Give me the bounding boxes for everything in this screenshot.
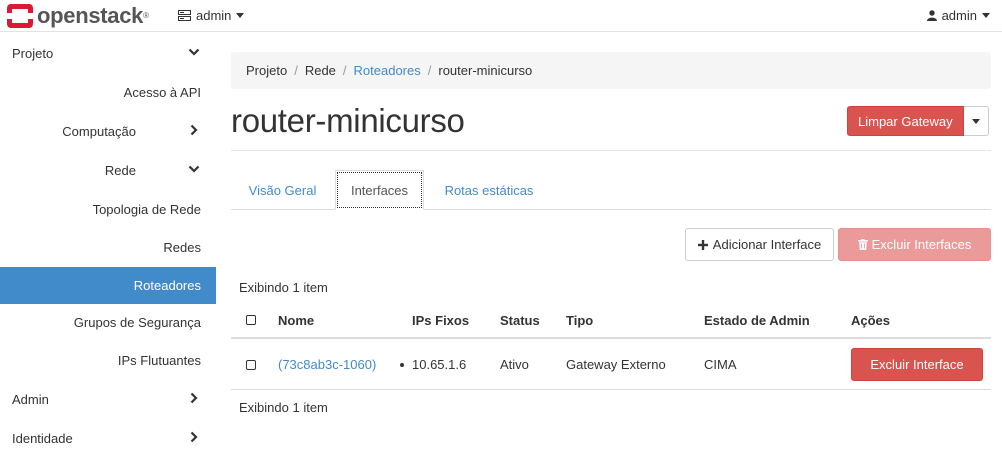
chevron-right-icon: [190, 392, 198, 404]
user-menu-dropdown[interactable]: admin: [926, 8, 990, 23]
add-interface-label: Adicionar Interface: [712, 237, 822, 252]
sidebar-item-roteadores[interactable]: Roteadores: [0, 267, 216, 304]
sidebar-item-label: Computação: [62, 123, 136, 139]
logo-text: openstack: [37, 3, 144, 28]
sidebar-item-acesso-api[interactable]: Acesso à API: [0, 74, 216, 110]
sidebar-item-admin[interactable]: Admin: [0, 381, 216, 417]
chevron-down-icon: [188, 165, 200, 173]
sidebar-item-grupos-de-seguranca[interactable]: Grupos de Segurança: [0, 304, 216, 340]
sidebar-item-label: Redes: [163, 239, 201, 255]
column-header-acoes: Ações: [851, 312, 891, 328]
list-bullet: [400, 362, 404, 367]
sidebar-item-label: Topologia de Rede: [92, 201, 201, 217]
sidebar-item-ips-flutuantes[interactable]: IPs Flutuantes: [0, 342, 216, 378]
title-divider: [231, 150, 991, 151]
fixed-ip-value: 10.65.1.6: [412, 357, 467, 372]
sidebar-item-label: Projeto: [12, 45, 54, 61]
tab-interfaces[interactable]: Interfaces: [335, 170, 424, 210]
sidebar: Projeto Acesso à API Computação Rede Top…: [0, 33, 216, 464]
delete-interface-button[interactable]: Excluir Interface: [851, 348, 983, 381]
tab-label: Visão Geral: [248, 182, 317, 198]
tab-label: Interfaces: [350, 182, 409, 198]
sidebar-item-label: Identidade: [12, 430, 73, 446]
router-detail-tabs: Visão Geral Interfaces Rotas estáticas: [231, 170, 991, 210]
breadcrumb-item-projeto: Projeto: [246, 63, 288, 78]
item-count-bottom: Exibindo 1 item: [239, 400, 328, 415]
breadcrumb-item-current: router-minicurso: [438, 63, 533, 78]
row-checkbox[interactable]: [246, 359, 256, 370]
sidebar-item-label: Rede: [104, 162, 136, 178]
admin-state-value: CIMA: [704, 357, 737, 372]
select-all-checkbox[interactable]: [246, 315, 256, 325]
chevron-down-icon: [188, 48, 200, 56]
chevron-right-icon: [190, 124, 198, 136]
openstack-logo[interactable]: openstack®: [6, 3, 149, 29]
sidebar-item-label: Acesso à API: [123, 84, 201, 100]
add-interface-button[interactable]: Adicionar Interface: [685, 228, 834, 261]
openstack-logo-icon: [6, 4, 34, 28]
caret-down-icon: [236, 13, 245, 18]
sidebar-item-computacao[interactable]: Computação: [0, 113, 216, 149]
column-header-nome[interactable]: Nome: [278, 303, 314, 337]
breadcrumb-separator: /: [342, 63, 347, 78]
sidebar-item-label: Grupos de Segurança: [73, 314, 201, 330]
user-icon: [926, 10, 937, 21]
sidebar-item-rede[interactable]: Rede: [0, 152, 216, 188]
breadcrumb-separator: /: [427, 63, 432, 78]
server-icon: [178, 10, 191, 21]
table-row: (73c8ab3c-1060) 10.65.1.6 Ativo Gateway …: [231, 340, 991, 390]
user-menu-label: admin: [941, 8, 977, 23]
project-menu-label: admin: [196, 8, 232, 23]
column-header-tipo[interactable]: Tipo: [566, 303, 593, 337]
caret-down-icon: [971, 118, 980, 124]
column-header-estado-admin[interactable]: Estado de Admin: [704, 303, 810, 337]
sidebar-item-identidade[interactable]: Identidade: [0, 420, 216, 456]
tab-visao-geral[interactable]: Visão Geral: [231, 170, 334, 210]
trash-icon: [857, 239, 868, 250]
delete-interfaces-button[interactable]: Excluir Interfaces: [838, 228, 991, 261]
table-header-row: Nome IPs Fixos Status Tipo Estado de Adm…: [231, 303, 991, 339]
column-header-ips-fixos[interactable]: IPs Fixos: [412, 303, 469, 337]
interface-name-link[interactable]: (73c8ab3c-1060): [278, 357, 376, 372]
gateway-action-group: Limpar Gateway: [847, 106, 989, 136]
chevron-right-icon: [190, 431, 198, 443]
status-value: Ativo: [500, 357, 529, 372]
breadcrumb-separator: /: [294, 63, 298, 78]
breadcrumb: Projeto / Rede / Roteadores / router-min…: [231, 52, 991, 89]
breadcrumb-link-roteadores[interactable]: Roteadores: [354, 63, 421, 78]
type-value: Gateway Externo: [566, 357, 666, 372]
sidebar-item-label: IPs Flutuantes: [117, 352, 201, 368]
page-title: router-minicurso: [231, 102, 465, 139]
delete-interfaces-label: Excluir Interfaces: [871, 237, 972, 252]
plus-icon: [697, 239, 708, 250]
column-header-status[interactable]: Status: [500, 303, 540, 337]
sidebar-item-topologia-de-rede[interactable]: Topologia de Rede: [0, 191, 216, 227]
project-switcher-dropdown[interactable]: admin: [178, 8, 245, 23]
sidebar-item-label: Roteadores: [133, 278, 201, 293]
sidebar-item-projeto[interactable]: Projeto: [0, 35, 216, 71]
item-count-top: Exibindo 1 item: [239, 280, 328, 295]
clear-gateway-button[interactable]: Limpar Gateway: [847, 106, 964, 136]
more-actions-dropdown-toggle[interactable]: [963, 106, 989, 136]
sidebar-item-redes[interactable]: Redes: [0, 229, 216, 265]
tab-label: Rotas estáticas: [444, 182, 534, 198]
caret-down-icon: [982, 13, 990, 18]
top-navbar: openstack® admin admin: [0, 0, 1002, 32]
tab-rotas-estaticas[interactable]: Rotas estáticas: [431, 170, 547, 210]
sidebar-item-label: Admin: [12, 391, 49, 407]
breadcrumb-item-rede: Rede: [304, 63, 336, 78]
logo-trademark: ®: [143, 11, 149, 20]
